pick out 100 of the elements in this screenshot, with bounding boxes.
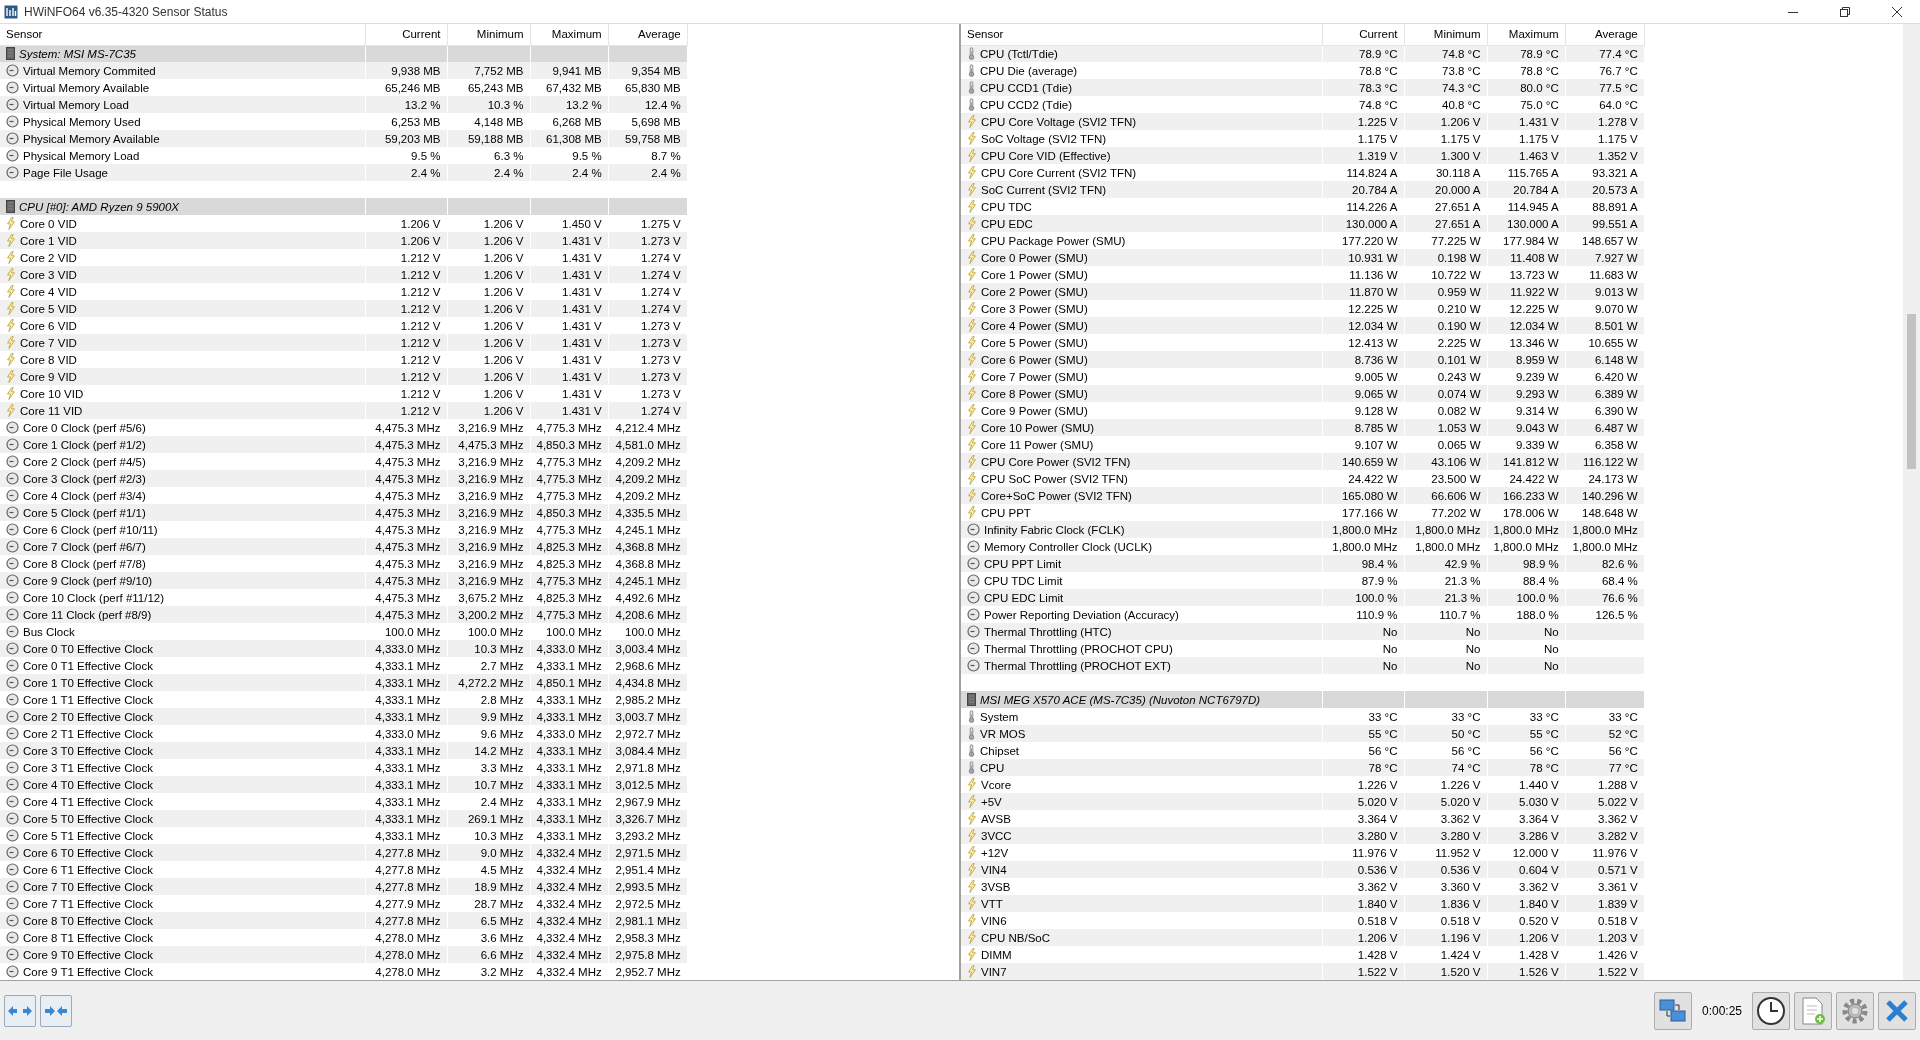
sensor-name: Core 10 Power (SMU) (981, 421, 1095, 434)
table-cell: 66.606 W (1404, 487, 1487, 504)
table-cell: 21.3 % (1404, 589, 1487, 606)
chip-icon (6, 199, 15, 213)
sensor-name: Core 9 T0 Effective Clock (23, 948, 153, 961)
clock-icon (6, 947, 19, 961)
column-header[interactable]: Average (1565, 24, 1645, 45)
sensor-name: CPU CCD2 (Tdie) (980, 98, 1072, 111)
table-cell: 140.659 W (1322, 453, 1404, 470)
sensor-name: CPU TDC Limit (984, 574, 1063, 587)
sensor-name: Core 11 Power (SMU) (981, 438, 1094, 451)
sensor-name: Core 8 T1 Effective Clock (23, 931, 153, 944)
sensor-name: CPU Die (average) (980, 64, 1078, 77)
table-cell: 4,368.8 MHz (608, 538, 688, 555)
network-button[interactable] (1653, 991, 1692, 1030)
table-cell: 269.1 MHz (447, 810, 530, 827)
lightning-bolt-icon (967, 216, 977, 230)
table-cell: 4,475.3 MHz (365, 470, 447, 487)
chip-icon (967, 692, 976, 706)
clock-icon (6, 845, 19, 859)
expand-arrows-button[interactable] (4, 994, 36, 1027)
table-cell: 10.3 % (447, 96, 530, 113)
table-cell: 13.2 % (365, 96, 447, 113)
lightning-bolt-icon (967, 386, 977, 400)
table-cell: 4,775.3 MHz (530, 470, 609, 487)
column-header[interactable]: Maximum (530, 24, 609, 45)
table-cell: 7.927 W (1565, 249, 1645, 266)
sensor-name: Core 1 Power (SMU) (981, 268, 1088, 281)
table-cell: No (1487, 657, 1566, 674)
table-cell: 0.536 V (1322, 861, 1404, 878)
sensor-name: AVSB (981, 812, 1011, 825)
sensor-name: CPU TDC (981, 200, 1032, 213)
column-header[interactable]: Sensor (0, 24, 365, 45)
scrollbar[interactable] (1903, 24, 1920, 980)
table-cell: No (1322, 657, 1404, 674)
table-cell: 3,084.4 MHz (608, 742, 688, 759)
table-cell: 1.206 V (447, 232, 530, 249)
sensor-name: Page File Usage (23, 166, 109, 179)
table-cell: 76.6 % (1565, 589, 1645, 606)
table-cell: 1.212 V (365, 300, 447, 317)
table-cell: 1.300 V (1404, 147, 1487, 164)
sensor-name: Core 4 Clock (perf #3/4) (23, 489, 146, 502)
lightning-bolt-icon (6, 369, 16, 383)
close-button[interactable] (1878, 991, 1916, 1030)
table-cell: 6.487 W (1565, 419, 1645, 436)
table-cell: 3.286 V (1487, 827, 1566, 844)
sensor-name: Core 3 T0 Effective Clock (23, 744, 153, 757)
lightning-bolt-icon (967, 233, 977, 247)
sensor-name: CPU CCD1 (Tdie) (980, 81, 1072, 94)
clock-icon (6, 811, 19, 825)
sensor-name: Core 0 Clock (perf #5/6) (23, 421, 146, 434)
column-header[interactable]: Maximum (1487, 24, 1566, 45)
lightning-bolt-icon (967, 318, 977, 332)
table-cell: 165.080 W (1322, 487, 1404, 504)
table-cell: 1.839 V (1565, 895, 1645, 912)
table-cell: 0.198 W (1404, 249, 1487, 266)
sensor-name: CPU PPT Limit (984, 557, 1062, 570)
table-cell: 4,335.5 MHz (608, 504, 688, 521)
sensor-name: Physical Memory Used (23, 115, 141, 128)
column-header[interactable]: Minimum (447, 24, 530, 45)
sensor-name: Core 1 Clock (perf #1/2) (23, 438, 146, 451)
settings-button[interactable] (1836, 991, 1874, 1030)
sensor-name: CPU EDC Limit (984, 591, 1064, 604)
table-cell: 9,354 MB (608, 62, 688, 79)
column-header[interactable]: Current (1322, 24, 1404, 45)
table-cell: 10.7 MHz (447, 776, 530, 793)
clock-icon (6, 760, 19, 774)
sensor-name: Core 3 Clock (perf #2/3) (23, 472, 146, 485)
column-header[interactable]: Minimum (1404, 24, 1487, 45)
clock-icon (6, 964, 19, 978)
table-cell: 3,216.9 MHz (447, 470, 530, 487)
column-header[interactable]: Average (608, 24, 688, 45)
table-cell: 4,850.3 MHz (530, 436, 609, 453)
sensor-name: Core 10 VID (20, 387, 84, 400)
table-cell: 8.736 W (1322, 351, 1404, 368)
table-cell: 1.212 V (365, 334, 447, 351)
table-cell: 5.020 V (1322, 793, 1404, 810)
table-cell: 100.0 % (1487, 589, 1566, 606)
sensor-name: Core 2 T0 Effective Clock (23, 710, 153, 723)
table-cell: 52 °C (1565, 725, 1645, 742)
sensor-name: +5V (981, 795, 1002, 808)
table-cell: 1.212 V (365, 368, 447, 385)
sensor-name: CPU NB/SoC (981, 931, 1051, 944)
table-cell: 4,333.1 MHz (530, 776, 609, 793)
collapse-arrows-button[interactable] (40, 994, 72, 1027)
column-header[interactable]: Current (365, 24, 447, 45)
table-cell: 59,758 MB (608, 130, 688, 147)
sensor-name: Virtual Memory Available (23, 81, 150, 94)
table-cell: 1.520 V (1404, 963, 1487, 980)
sensor-name: Core 5 Power (SMU) (981, 336, 1088, 349)
sensor-name: CPU SoC Power (SVI2 TFN) (981, 472, 1128, 485)
table-cell: 4,245.1 MHz (608, 572, 688, 589)
sensor-name: Core 0 T0 Effective Clock (23, 642, 153, 655)
clock-icon (6, 607, 19, 621)
sensor-name: CPU Core Voltage (SVI2 TFN) (981, 115, 1137, 128)
table-cell: 3.280 V (1404, 827, 1487, 844)
column-header[interactable]: Sensor (961, 24, 1322, 45)
table-cell: 11.922 W (1487, 283, 1566, 300)
clock-button[interactable] (1752, 991, 1790, 1030)
add-document-icon (1799, 995, 1827, 1026)
